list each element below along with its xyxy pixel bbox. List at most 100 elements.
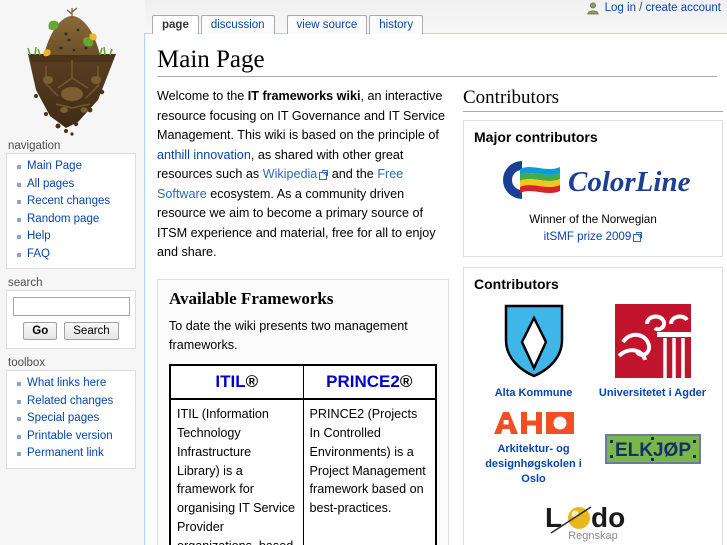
colorline-caption-line1: Winner of the Norwegian xyxy=(529,213,657,226)
universitetet-i-agder-logo-icon xyxy=(613,303,693,383)
sidebar-item-help[interactable]: Help xyxy=(27,230,51,242)
contributor-aho[interactable]: Arkitektur- og designhøgskolen i Oslo xyxy=(474,406,593,493)
itsmf-prize-link[interactable]: itSMF prize 2009 xyxy=(544,230,632,243)
portlet-navigation-body: Main Page All pages Recent changes Rando… xyxy=(6,153,136,270)
framework-link-itil[interactable]: ITIL xyxy=(215,372,245,391)
table-header-row: ITIL® PRINCE2® xyxy=(169,364,437,400)
portlet-toolbox-body: What links here Related changes Special … xyxy=(6,370,136,469)
right-column: Contributors Major contributors ColorLin… xyxy=(463,87,723,545)
sidebar-item-faq[interactable]: FAQ xyxy=(27,248,50,260)
content-columns: Welcome to the IT frameworks wiki, an in… xyxy=(157,87,723,545)
external-link-icon xyxy=(319,170,329,181)
universitetet-i-agder-label[interactable]: Universitetet i Agder xyxy=(595,386,710,401)
list-item[interactable]: Permanent link xyxy=(7,445,135,463)
external-link-icon xyxy=(633,231,643,242)
sidebar-item-special-pages[interactable]: Special pages xyxy=(27,412,99,424)
sidebar-item-permanent-link[interactable]: Permanent link xyxy=(27,447,104,459)
list-item[interactable]: FAQ xyxy=(7,246,135,264)
link-wikipedia[interactable]: Wikipedia xyxy=(263,167,318,181)
intro-paragraph: Welcome to the IT frameworks wiki, an in… xyxy=(157,87,449,263)
other-contributors-box: Contributors Alta Kommune Universitetet … xyxy=(463,266,723,545)
user-links: Log in / create account xyxy=(586,1,721,15)
sidebar-item-all-pages[interactable]: All pages xyxy=(27,178,74,190)
wiki-page: Log in / create account page discussion … xyxy=(0,0,727,545)
sidebar-item-recent-changes[interactable]: Recent changes xyxy=(27,195,110,207)
contributor-universitetet-i-agder[interactable]: Universitetet i Agder xyxy=(593,298,712,407)
major-contributors-heading: Major contributors xyxy=(474,129,598,145)
frameworks-description: To date the wiki presents two management… xyxy=(169,318,408,352)
search-buttons: Go Search xyxy=(13,322,129,341)
frameworks-table: ITIL® PRINCE2® ITIL (Information Technol… xyxy=(169,364,437,545)
list-item[interactable]: Related changes xyxy=(7,393,135,411)
prince2-registered-mark: ® xyxy=(399,372,413,392)
aho-logo-icon xyxy=(492,412,576,439)
tab-history[interactable]: history xyxy=(369,15,424,34)
portlet-search: search Go Search xyxy=(0,277,140,350)
list-item[interactable]: Printable version xyxy=(7,428,135,446)
alta-kommune-label[interactable]: Alta Kommune xyxy=(476,386,591,401)
tab-discussion[interactable]: discussion xyxy=(200,15,275,34)
contributors-heading: Contributors xyxy=(463,87,723,112)
lodo-subtitle: Regnskap xyxy=(568,530,618,542)
other-contributors-heading: Contributors xyxy=(474,275,559,292)
portlet-search-body: Go Search xyxy=(6,290,136,350)
available-frameworks-box: Available Frameworks To date the wiki pr… xyxy=(157,278,449,545)
framework-link-prince2[interactable]: PRINCE2 xyxy=(326,372,400,391)
contributor-alta-kommune[interactable]: Alta Kommune xyxy=(474,298,593,407)
user-avatar-icon xyxy=(586,1,600,15)
framework-body-itil: ITIL (Information Technology Infrastruct… xyxy=(169,398,304,545)
intro-site-name: IT frameworks wiki xyxy=(247,89,361,103)
framework-header-itil[interactable]: ITIL® xyxy=(169,364,304,400)
portlet-navigation: navigation Main Page All pages Recent ch… xyxy=(0,140,140,270)
list-item[interactable]: What links here xyxy=(7,375,135,393)
link-anthill-innovation[interactable]: anthill innovation xyxy=(157,148,251,162)
intro-text-d: and the xyxy=(328,167,378,182)
list-item[interactable]: All pages xyxy=(7,176,135,194)
left-column: Welcome to the IT frameworks wiki, an in… xyxy=(157,87,449,545)
list-item[interactable]: Help xyxy=(7,228,135,246)
page-tabs: page discussion view source history xyxy=(152,14,425,34)
contributor-logo-grid: Alta Kommune Universitetet i Agder Arkit… xyxy=(474,298,712,545)
intro-text-a: Welcome to the xyxy=(157,89,248,103)
framework-header-prince2[interactable]: PRINCE2® xyxy=(302,364,437,400)
itil-registered-mark: ® xyxy=(245,372,259,392)
elkjop-wordmark: ELKJØP xyxy=(614,440,690,461)
list-item[interactable]: Recent changes xyxy=(7,193,135,211)
list-item[interactable]: Main Page xyxy=(7,158,135,176)
list-item[interactable]: Random page xyxy=(7,211,135,229)
sidebar-item-random-page[interactable]: Random page xyxy=(27,213,99,225)
major-contributors-box: Major contributors ColorLine Winner of t… xyxy=(463,120,723,257)
lodo-regnskap-logo-icon: L do Regnskap xyxy=(539,502,647,545)
page-title: Main Page xyxy=(157,46,717,77)
colorline-caption: Winner of the Norwegian itSMF prize 2009 xyxy=(474,212,712,246)
search-input[interactable] xyxy=(13,297,130,317)
sidebar-item-printable-version[interactable]: Printable version xyxy=(27,430,113,442)
svg-text:do: do xyxy=(591,502,625,533)
tab-view-source[interactable]: view source xyxy=(286,15,368,34)
table-row: ITIL (Information Technology Infrastruct… xyxy=(169,398,437,545)
framework-body-prince2: PRINCE2 (Projects In Controlled Environm… xyxy=(302,398,437,545)
content-area: Main Page Welcome to the IT frameworks w… xyxy=(144,33,727,545)
contributor-lodo-regnskap[interactable]: L do Regnskap xyxy=(474,493,712,545)
tab-page[interactable]: page xyxy=(152,15,199,34)
portlet-toolbox-title: toolbox xyxy=(8,357,46,370)
list-item[interactable]: Special pages xyxy=(7,410,135,428)
aho-label[interactable]: Arkitektur- og designhøgskolen i Oslo xyxy=(476,442,591,487)
sidebar-item-related-changes[interactable]: Related changes xyxy=(27,395,113,407)
elkjop-logo-icon: ELKJØP xyxy=(604,434,701,467)
frameworks-heading: Available Frameworks xyxy=(169,288,334,308)
sidebar-item-what-links-here[interactable]: What links here xyxy=(27,377,106,389)
portlet-search-title: search xyxy=(8,277,43,290)
sidebar: navigation Main Page All pages Recent ch… xyxy=(0,140,140,477)
portlet-toolbox: toolbox What links here Related changes … xyxy=(0,357,140,469)
colorline-logo[interactable]: ColorLine xyxy=(474,151,712,208)
alta-kommune-coat-of-arms-icon xyxy=(502,304,566,383)
portlet-navigation-title: navigation xyxy=(8,140,61,152)
login-create-account-link[interactable]: Log in / create account xyxy=(605,2,721,14)
site-logo-anthill[interactable] xyxy=(6,4,138,136)
contributor-elkjop[interactable]: ELKJØP xyxy=(593,406,712,493)
search-submit-button[interactable]: Search xyxy=(64,322,119,341)
search-go-button[interactable]: Go xyxy=(23,322,58,341)
sidebar-item-main-page[interactable]: Main Page xyxy=(27,160,82,172)
colorline-wordmark: ColorLine xyxy=(568,166,691,198)
